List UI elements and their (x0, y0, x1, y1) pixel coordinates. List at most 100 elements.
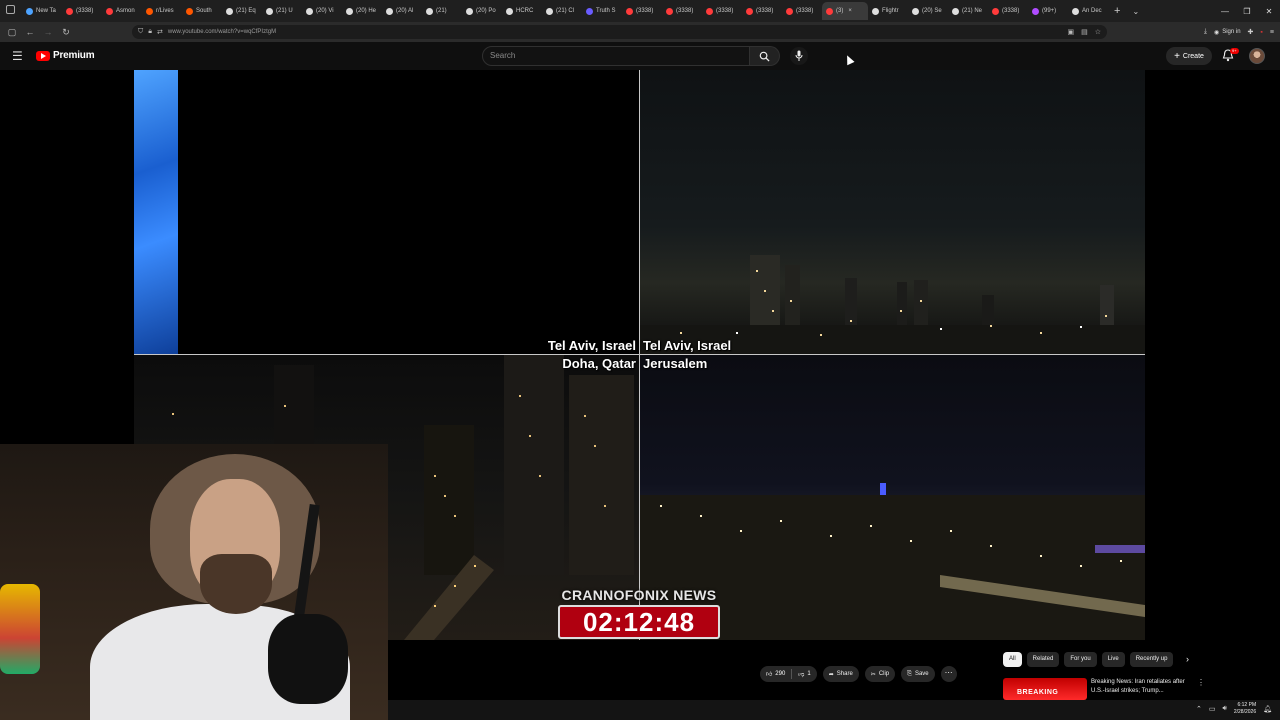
sidebar-toggle-icon[interactable]: ▢ (3, 27, 21, 38)
browser-tab[interactable]: (21) Ne (948, 2, 988, 20)
guide-menu-icon[interactable]: ☰ (12, 49, 23, 63)
tab-favicon-icon (226, 7, 233, 15)
chip-for-you[interactable]: For you (1064, 652, 1097, 667)
sign-in-button[interactable]: ◉ Sign in (1214, 29, 1241, 36)
chip-related[interactable]: Related (1026, 652, 1060, 667)
downloads-icon[interactable]: ⤓ (1204, 28, 1207, 36)
like-button[interactable]: 👍︎ 290 (760, 670, 791, 678)
tab-favicon-icon (26, 7, 33, 15)
create-button[interactable]: + Create (1166, 47, 1212, 65)
extension-badge-icon[interactable]: ▪ (1260, 29, 1262, 36)
volume-icon[interactable]: 🔊︎ (1222, 705, 1226, 713)
taskbar: ⌃ ▭ 🔊︎ 6:12 PM 2/28/2026 🔔︎ (388, 700, 1280, 720)
browser-tab[interactable]: New Ta (22, 2, 62, 20)
browser-tab[interactable]: (3338) (742, 2, 782, 20)
browser-tab[interactable]: r/Lives (142, 2, 182, 20)
reload-button[interactable]: ↻ (57, 27, 75, 38)
chip-recently-uploaded[interactable]: Recently up (1129, 652, 1174, 667)
browser-tab[interactable]: (3338) (62, 2, 102, 20)
browser-menu-icon[interactable]: ≡ (1270, 29, 1274, 36)
tab-actions-icon[interactable] (6, 5, 15, 14)
caption-bottom-right: Jerusalem (643, 356, 708, 371)
caption-top-right: Tel Aviv, Israel (643, 338, 732, 353)
browser-tab[interactable]: (3338) (662, 2, 702, 20)
tel-aviv-skyline-image (640, 255, 1145, 354)
browser-tab[interactable]: (3338) (988, 2, 1028, 20)
dislike-button[interactable]: 👎︎ 1 (792, 670, 816, 678)
chip-live[interactable]: Live (1101, 652, 1125, 667)
browser-tab[interactable]: (20) Al (382, 2, 422, 20)
tab-favicon-icon (1072, 7, 1079, 15)
youtube-play-icon (36, 50, 50, 61)
site-settings-icon[interactable]: ⇄ (157, 28, 163, 36)
minimize-button[interactable]: — (1214, 7, 1236, 16)
search-input[interactable]: Search (482, 46, 750, 66)
close-window-button[interactable]: ✕ (1258, 7, 1280, 16)
browser-tab[interactable]: (20) He (342, 2, 382, 20)
recommended-video-menu-icon[interactable]: ⋮ (1197, 678, 1205, 687)
address-bar[interactable]: ⛉ 🔒︎ ⇄ www.youtube.com/watch?v=wqCfPIztg… (132, 25, 1107, 39)
browser-tab[interactable]: (99+) (1028, 2, 1068, 20)
tab-favicon-icon (626, 7, 633, 15)
notification-center-icon[interactable]: 🔔︎ (1263, 705, 1272, 713)
browser-tab[interactable]: HCRC (502, 2, 542, 20)
clock[interactable]: 6:12 PM 2/28/2026 (1234, 702, 1256, 716)
picture-in-picture-icon[interactable]: ▣ (1067, 28, 1074, 36)
feed-divider-vertical (639, 70, 640, 640)
back-button[interactable]: ← (21, 27, 39, 37)
browser-tab[interactable]: (20) Se (908, 2, 948, 20)
clip-label: Clip (878, 671, 890, 677)
figurine-image (0, 584, 40, 674)
browser-tab[interactable]: Asmon (102, 2, 142, 20)
browser-tab[interactable]: (20) Vi (302, 2, 342, 20)
recommended-video-thumbnail[interactable]: BREAKING (1003, 678, 1087, 700)
browser-tab[interactable]: South (182, 2, 222, 20)
tab-title: South (196, 8, 212, 14)
browser-tab[interactable]: (21) (422, 2, 462, 20)
close-tab-icon[interactable]: × (848, 8, 852, 14)
tab-favicon-icon (386, 7, 393, 15)
tab-title: (3338) (636, 8, 654, 14)
browser-tab[interactable]: Truth S (582, 2, 622, 20)
youtube-logo[interactable]: Premium (36, 50, 95, 61)
tab-favicon-icon (706, 7, 713, 15)
browser-tab[interactable]: (21) Cl (542, 2, 582, 20)
tab-title: (20) Al (396, 8, 414, 14)
voice-search-button[interactable] (790, 47, 808, 65)
browser-tab[interactable]: (3) × (822, 2, 868, 20)
account-avatar[interactable] (1249, 48, 1265, 64)
tab-favicon-icon (872, 7, 879, 15)
tab-favicon-icon (666, 7, 673, 15)
search-button[interactable] (750, 46, 780, 66)
extensions-icon[interactable]: ✚ (1248, 28, 1254, 36)
browser-tab[interactable]: An Dec (1068, 2, 1108, 20)
bookmark-star-icon[interactable]: ☆ (1095, 28, 1101, 36)
browser-tab[interactable]: (20) Po (462, 2, 502, 20)
network-icon[interactable]: ▭ (1209, 705, 1216, 713)
logo-text: Premium (53, 50, 95, 61)
browser-tab[interactable]: (3338) (782, 2, 822, 20)
new-tab-button[interactable]: + (1114, 5, 1120, 17)
browser-tab[interactable]: (21) Eq (222, 2, 262, 20)
forward-button[interactable]: → (39, 27, 57, 37)
reader-view-icon[interactable]: ▤ (1081, 28, 1088, 36)
browser-tab[interactable]: (3338) (622, 2, 662, 20)
restore-button[interactable]: ❐ (1236, 7, 1258, 16)
tab-favicon-icon (186, 7, 193, 15)
more-actions-button[interactable]: ⋯ (940, 666, 957, 682)
tab-search-icon[interactable]: ⌄ (1132, 7, 1139, 16)
tab-title: (3338) (676, 8, 694, 14)
browser-tab[interactable]: Flightr (868, 2, 908, 20)
recommended-video-title[interactable]: Breaking News: Iran retaliates after U.S… (1091, 678, 1195, 696)
tab-title: (20) Se (922, 8, 942, 14)
clip-button[interactable]: ✂ Clip (864, 666, 896, 682)
browser-tab[interactable]: (21) U (262, 2, 302, 20)
chip-all[interactable]: All (1003, 652, 1022, 667)
tray-overflow-icon[interactable]: ⌃ (1196, 705, 1202, 713)
chevron-right-icon[interactable]: › (1186, 654, 1189, 664)
save-button[interactable]: ⎘ Save (901, 666, 935, 682)
tab-title: r/Lives (156, 8, 174, 14)
plus-icon: + (1174, 50, 1180, 62)
share-button[interactable]: ➦ Share (822, 666, 859, 682)
browser-tab[interactable]: (3338) (702, 2, 742, 20)
